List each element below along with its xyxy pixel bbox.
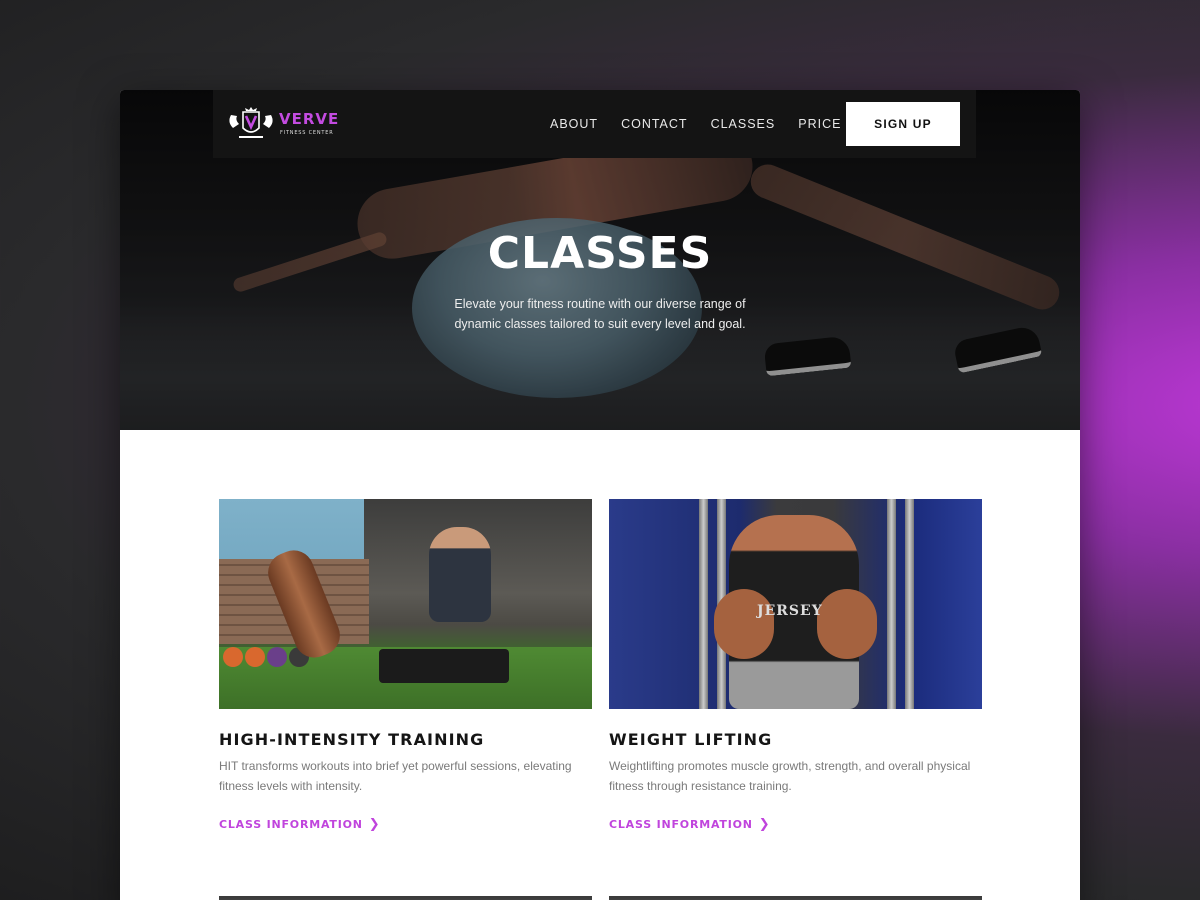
class-card-hit: HIGH-INTENSITY TRAINING HIT transforms w… [219, 499, 592, 832]
crest-icon [229, 107, 273, 138]
photo-sled [379, 649, 509, 683]
machine-pole [699, 499, 708, 709]
brand-name: VERVE [279, 110, 340, 128]
class-description: Weightlifting promotes muscle growth, st… [609, 759, 971, 793]
brand-subtitle: FITNESS CENTER [280, 130, 334, 136]
class-information-label: CLASS INFORMATION [609, 818, 753, 831]
nav-link-classes[interactable]: CLASSES [711, 117, 776, 131]
chevron-right-icon: ❯ [368, 817, 381, 832]
machine-pole [905, 499, 914, 709]
photo-athlete [429, 527, 491, 622]
photo-arm-left [714, 589, 774, 659]
class-card-next-preview[interactable] [219, 896, 592, 900]
photo-arm-right [817, 589, 877, 659]
hero-description: Elevate your fitness routine with our di… [454, 297, 746, 331]
kettlebell-icon [223, 647, 243, 667]
sign-up-button[interactable]: SIGN UP [846, 102, 960, 146]
top-navigation: VERVE FITNESS CENTER ABOUT CONTACT CLASS… [213, 90, 976, 158]
jersey-text: JERSEY [757, 603, 823, 619]
class-card-next-preview[interactable] [609, 896, 982, 900]
kettlebell-icon [267, 647, 287, 667]
class-title: HIGH-INTENSITY TRAINING [219, 730, 485, 749]
class-information-link[interactable]: CLASS INFORMATION ❯ [609, 817, 982, 832]
class-information-label: CLASS INFORMATION [219, 818, 363, 831]
machine-pole [887, 499, 896, 709]
browser-frame: CLASSES Elevate your fitness routine wit… [120, 90, 1080, 900]
page-title: CLASSES [487, 228, 713, 279]
nav-link-price[interactable]: PRICE [798, 117, 841, 131]
chevron-right-icon: ❯ [758, 817, 771, 832]
brand-logo[interactable]: VERVE FITNESS CENTER [227, 106, 340, 142]
class-information-link[interactable]: CLASS INFORMATION ❯ [219, 817, 592, 832]
class-description: HIT transforms workouts into brief yet p… [219, 759, 572, 793]
nav-link-contact[interactable]: CONTACT [621, 117, 688, 131]
class-image-hit[interactable] [219, 499, 592, 709]
class-card-weight-lifting: JERSEY WEIGHT LIFTING Weightlifting prom… [609, 499, 982, 832]
class-image-weight-lifting[interactable]: JERSEY [609, 499, 982, 709]
nav-links: ABOUT CONTACT CLASSES PRICE [550, 90, 864, 158]
class-title: WEIGHT LIFTING [609, 730, 773, 749]
kettlebell-icon [245, 647, 265, 667]
nav-link-about[interactable]: ABOUT [550, 117, 598, 131]
